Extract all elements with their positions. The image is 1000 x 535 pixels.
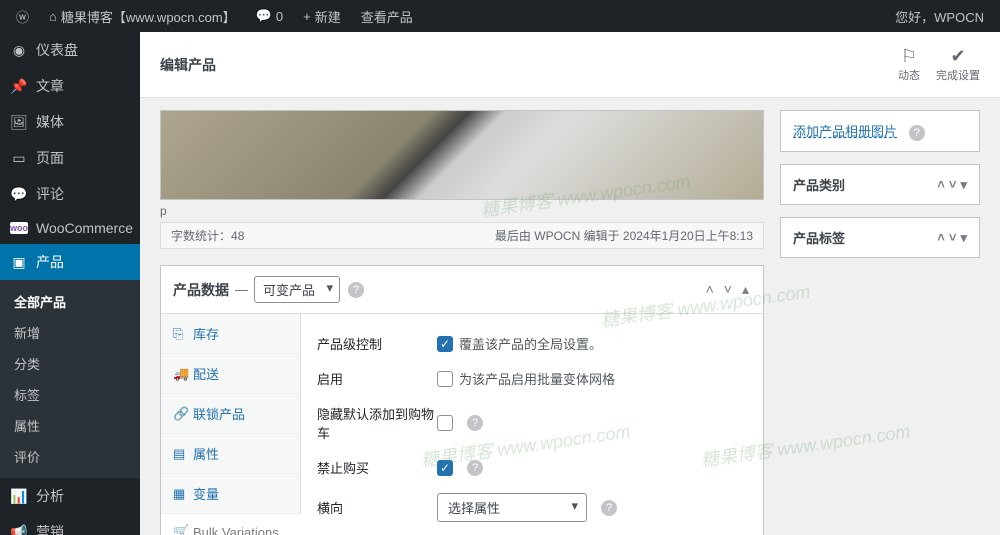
sidebar-item-products[interactable]: ▣产品: [0, 244, 140, 280]
sub-reviews[interactable]: 评价: [0, 441, 140, 472]
tag-down-icon[interactable]: ˅: [949, 230, 957, 246]
bulk-variations-form: 产品级控制 覆盖该产品的全局设置。 启用 为该产品启用批量变体网格 隐藏默认添加到购…: [301, 314, 763, 535]
sidebar-submenu: 全部产品 新增 分类 标签 属性 评价: [0, 280, 140, 478]
page-title: 编辑产品: [160, 55, 898, 75]
help-icon[interactable]: ?: [348, 282, 364, 298]
tab-shipping[interactable]: 🚚配送: [161, 354, 300, 394]
list-icon: ▤: [173, 446, 187, 462]
category-title: 产品类别: [793, 175, 845, 194]
sidebar-item-dashboard[interactable]: ◉仪表盘: [0, 32, 140, 68]
page-header: 编辑产品 ⚐动态 ✔完成设置: [140, 32, 1000, 98]
label-horizontal: 横向: [317, 498, 437, 517]
page-icon: ▭: [10, 150, 28, 167]
wp-logo-icon[interactable]: ⓦ: [8, 7, 37, 26]
woo-icon: woo: [10, 222, 28, 234]
tab-variations[interactable]: ▦变量: [161, 474, 300, 514]
sidebar-item-pages[interactable]: ▭页面: [0, 140, 140, 176]
flag-icon: ⚐: [898, 46, 920, 67]
sidebar-item-woocommerce[interactable]: wooWooCommerce: [0, 212, 140, 244]
comments-link[interactable]: 💬 0: [248, 8, 291, 24]
product-image: [161, 110, 763, 200]
checkbox-disable-purchase[interactable]: [437, 460, 453, 476]
sidebar-item-posts[interactable]: 📌文章: [0, 68, 140, 104]
link-icon: 🔗: [173, 406, 187, 422]
new-link[interactable]: + 新建: [295, 7, 349, 26]
media-icon: 🖼: [10, 114, 28, 131]
grid-icon: ▦: [173, 486, 187, 502]
pin-icon: 📌: [10, 78, 28, 95]
checkbox-product-control[interactable]: [437, 336, 453, 352]
help-hide-icon[interactable]: ?: [467, 415, 483, 431]
label-enable: 启用: [317, 369, 437, 388]
product-data-panel: 产品数据 — 可变产品 ? ˄ ˅ ▴ ⎘库存 🚚配送: [160, 265, 764, 535]
editor-stats: 字数统计：48 最后由 WPOCN 编辑于 2024年1月20日上午8:13: [160, 222, 764, 249]
product-type-select[interactable]: 可变产品: [254, 276, 340, 303]
site-name[interactable]: ⌂ 糖果博客【www.wpocn.com】: [41, 7, 244, 26]
tab-bulk-variations[interactable]: 🛒Bulk Variations: [161, 514, 301, 535]
add-gallery-link[interactable]: 添加产品相册图片: [793, 124, 897, 139]
help-disable-icon[interactable]: ?: [467, 460, 483, 476]
sub-add-new[interactable]: 新增: [0, 317, 140, 348]
admin-sidebar: ◉仪表盘 📌文章 🖼媒体 ▭页面 💬评论 wooWooCommerce ▣产品 …: [0, 32, 140, 535]
select-horizontal[interactable]: 选择属性: [437, 493, 587, 522]
label-product-control: 产品级控制: [317, 334, 437, 353]
help-h-icon[interactable]: ?: [601, 500, 617, 516]
category-box: 产品类别 ˄˅▾: [780, 164, 980, 205]
sidebar-item-media[interactable]: 🖼媒体: [0, 104, 140, 140]
sidebar-item-analytics[interactable]: 📊分析: [0, 478, 140, 514]
cat-up-icon[interactable]: ˄: [937, 177, 945, 193]
label-hide-default: 隐藏默认添加到购物车: [317, 404, 437, 442]
panel-title: 产品数据: [173, 280, 229, 300]
collapse-up-icon[interactable]: ˄: [704, 279, 716, 300]
gallery-box: 添加产品相册图片 ?: [780, 110, 980, 152]
product-icon: ▣: [10, 254, 28, 271]
cart-icon: 🛒: [173, 524, 187, 535]
check-circle-icon: ✔: [936, 46, 980, 67]
editor-path: p: [160, 200, 764, 222]
main-content: 编辑产品 ⚐动态 ✔完成设置 p 字数统计：48 最后由 WPOCN 编辑于 2…: [140, 32, 1000, 535]
admin-bar: ⓦ ⌂ 糖果博客【www.wpocn.com】 💬 0 + 新建 查看产品 您好…: [0, 0, 1000, 32]
tags-title: 产品标签: [793, 228, 845, 247]
tag-toggle-icon[interactable]: ▾: [960, 230, 967, 246]
megaphone-icon: 📢: [10, 524, 28, 535]
tag-up-icon[interactable]: ˄: [937, 230, 945, 246]
panel-header: 产品数据 — 可变产品 ? ˄ ˅ ▴: [161, 266, 763, 314]
tags-box: 产品标签 ˄˅▾: [780, 217, 980, 258]
text-product-control: 覆盖该产品的全局设置。: [459, 334, 602, 353]
view-product-link[interactable]: 查看产品: [353, 7, 421, 26]
checkbox-enable[interactable]: [437, 371, 453, 387]
cat-down-icon[interactable]: ˅: [949, 177, 957, 193]
product-image-box: [160, 110, 764, 200]
help-gallery-icon[interactable]: ?: [909, 125, 925, 141]
comment-icon: 💬: [10, 186, 28, 203]
cat-toggle-icon[interactable]: ▾: [960, 177, 967, 193]
sub-attributes[interactable]: 属性: [0, 410, 140, 441]
sub-categories[interactable]: 分类: [0, 348, 140, 379]
inventory-icon: ⎘: [173, 326, 187, 342]
text-enable: 为该产品启用批量变体网格: [459, 369, 615, 388]
sub-tags[interactable]: 标签: [0, 379, 140, 410]
collapse-down-icon[interactable]: ˅: [722, 279, 734, 300]
sidebar-item-comments[interactable]: 💬评论: [0, 176, 140, 212]
label-disable-purchase: 禁止购买: [317, 458, 437, 477]
tab-inventory[interactable]: ⎘库存: [161, 314, 300, 354]
tab-linked[interactable]: 🔗联锁产品: [161, 394, 300, 434]
sidebar-item-marketing[interactable]: 📢营销: [0, 514, 140, 535]
panel-toggle-icon[interactable]: ▴: [740, 279, 751, 300]
product-tabs: ⎘库存 🚚配送 🔗联锁产品 ▤属性 ▦变量 🛒Bulk Variations ⚙…: [161, 314, 301, 535]
truck-icon: 🚚: [173, 366, 187, 382]
tab-attributes[interactable]: ▤属性: [161, 434, 300, 474]
analytics-icon: 📊: [10, 488, 28, 505]
finish-setup-button[interactable]: ✔完成设置: [936, 46, 980, 83]
sub-all-products[interactable]: 全部产品: [0, 286, 140, 317]
activity-button[interactable]: ⚐动态: [898, 46, 920, 83]
greeting[interactable]: 您好，WPOCN: [887, 7, 992, 26]
checkbox-hide-default[interactable]: [437, 415, 453, 431]
dashboard-icon: ◉: [10, 42, 28, 59]
